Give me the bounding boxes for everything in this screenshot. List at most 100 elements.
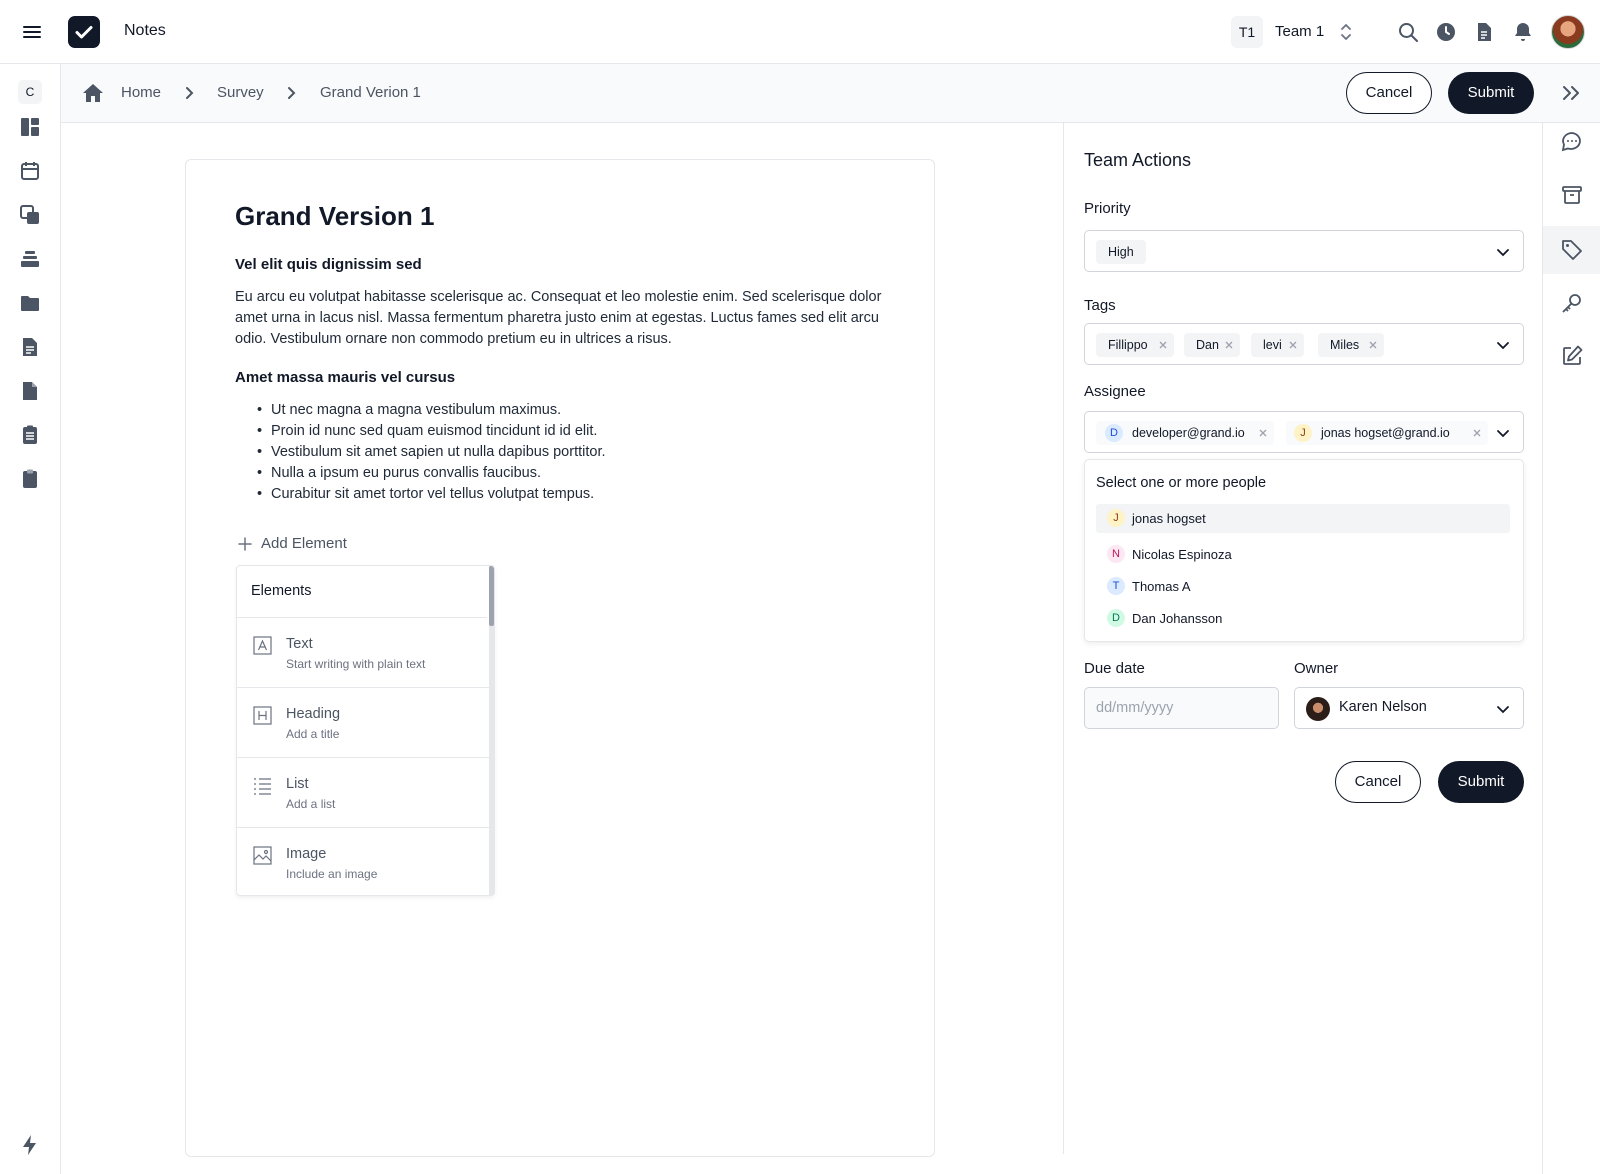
panel-submit-button[interactable]: Submit (1438, 761, 1524, 803)
element-option-title: List (286, 776, 309, 792)
copy-icon[interactable] (19, 204, 41, 226)
option-avatar: D (1107, 609, 1125, 627)
section-heading[interactable]: Vel elit quis dignissim sed (235, 256, 422, 273)
option-name: jonas hogset (1132, 511, 1206, 526)
workspace-badge[interactable]: C (18, 80, 42, 104)
list-item[interactable]: Ut nec magna a magna vestibulum maximus. (235, 400, 606, 421)
option-avatar: J (1107, 509, 1125, 527)
chevron-right-icon (181, 84, 197, 102)
bell-icon[interactable] (1511, 20, 1535, 44)
home-icon[interactable] (81, 81, 105, 105)
owner-select[interactable]: Karen Nelson (1294, 687, 1524, 729)
tag-chip-label: Miles (1330, 338, 1360, 352)
tag-chip[interactable]: Fillippo (1096, 333, 1174, 357)
due-date-input[interactable] (1084, 687, 1279, 729)
app-logo[interactable] (68, 16, 100, 48)
breadcrumb-home[interactable]: Home (121, 84, 161, 101)
chevron-down-icon[interactable] (1495, 244, 1511, 260)
dashboard-icon[interactable] (19, 116, 41, 138)
owner-name: Karen Nelson (1339, 699, 1427, 715)
file-icon[interactable] (19, 380, 41, 402)
list-item[interactable]: Vestibulum sit amet sapien ut nulla dapi… (235, 442, 606, 463)
assignee-option[interactable]: T Thomas A (1096, 572, 1510, 601)
panel-title: Team Actions (1084, 150, 1192, 170)
remove-assignee-icon[interactable] (1257, 427, 1269, 439)
chevron-down-icon[interactable] (1495, 701, 1511, 717)
option-name: Dan Johansson (1132, 611, 1223, 626)
remove-tag-icon[interactable] (1287, 339, 1299, 351)
team-switch-icon[interactable] (1338, 20, 1354, 44)
team-name[interactable]: Team 1 (1275, 23, 1324, 40)
stack-icon[interactable] (19, 248, 41, 270)
assignee-option[interactable]: D Dan Johansson (1096, 604, 1510, 633)
tags-select[interactable]: Fillippo Dan levi Miles (1084, 323, 1524, 365)
element-option-heading[interactable]: Heading Add a title (237, 688, 489, 758)
top-bar: Notes T1 Team 1 (0, 0, 1600, 64)
element-option-image[interactable]: Image Include an image (237, 828, 489, 895)
element-option-title: Text (286, 636, 313, 652)
left-sidebar: C (0, 64, 61, 1174)
clipboard-icon[interactable] (19, 468, 41, 490)
assignee-chip[interactable]: J jonas hogset@grand.io (1286, 421, 1488, 445)
edit-icon[interactable] (1560, 344, 1584, 368)
archive-icon[interactable] (1560, 183, 1584, 207)
breadcrumb-current[interactable]: Grand Verion 1 (320, 84, 421, 101)
due-date-label: Due date (1084, 660, 1145, 677)
key-icon[interactable] (1560, 291, 1584, 315)
remove-assignee-icon[interactable] (1471, 427, 1483, 439)
assignee-option[interactable]: J jonas hogset (1096, 504, 1510, 533)
elements-scrollbar[interactable] (489, 566, 494, 895)
tag-chip-label: Dan (1196, 338, 1219, 352)
remove-tag-icon[interactable] (1223, 339, 1235, 351)
assignee-chip[interactable]: D developer@grand.io (1096, 421, 1274, 445)
chevron-down-icon[interactable] (1495, 337, 1511, 353)
remove-tag-icon[interactable] (1157, 339, 1169, 351)
tag-chip[interactable]: Dan (1184, 333, 1240, 357)
clipboard-list-icon[interactable] (19, 424, 41, 446)
assignee-avatar: J (1294, 424, 1312, 442)
calendar-icon[interactable] (19, 160, 41, 182)
list-item[interactable]: Curabitur sit amet tortor vel tellus vol… (235, 484, 606, 505)
assignee-dropdown: Select one or more people J jonas hogset… (1084, 459, 1524, 642)
submit-button[interactable]: Submit (1448, 72, 1534, 114)
element-option-list[interactable]: List Add a list (237, 758, 489, 828)
plus-icon (237, 536, 253, 552)
list-item[interactable]: Proin id nunc sed quam euismod tincidunt… (235, 421, 606, 442)
cancel-button[interactable]: Cancel (1346, 72, 1432, 114)
folder-icon[interactable] (19, 292, 41, 314)
assignee-email: developer@grand.io (1132, 426, 1245, 440)
user-avatar[interactable] (1551, 15, 1585, 49)
element-option-title: Image (286, 846, 327, 862)
tag-chip[interactable]: Miles (1318, 333, 1384, 357)
chevron-right-icon (283, 84, 299, 102)
section-paragraph[interactable]: Eu arcu eu volutpat habitasse scelerisqu… (235, 287, 885, 350)
tag-chip[interactable]: levi (1251, 333, 1304, 357)
element-option-text[interactable]: Text Start writing with plain text (237, 618, 489, 688)
section-heading[interactable]: Amet massa mauris vel cursus (235, 369, 455, 386)
elements-panel: Elements Text Start writing with plain t… (236, 565, 495, 896)
search-icon[interactable] (1396, 20, 1420, 44)
list-icon (253, 776, 272, 795)
elements-panel-title: Elements (237, 566, 487, 618)
panel-cancel-button[interactable]: Cancel (1335, 761, 1421, 803)
chevron-down-icon[interactable] (1495, 425, 1511, 441)
breadcrumb-survey[interactable]: Survey (217, 84, 264, 101)
bolt-icon[interactable] (19, 1134, 41, 1156)
list-item[interactable]: Nulla a ipsum eu purus convallis faucibu… (235, 463, 606, 484)
double-chevron-right-icon[interactable] (1559, 81, 1583, 105)
hamburger-menu-icon[interactable] (20, 20, 44, 44)
team-badge[interactable]: T1 (1231, 16, 1263, 48)
document-lines-icon[interactable] (19, 336, 41, 358)
priority-select[interactable]: High (1084, 230, 1524, 272)
assignee-select[interactable]: D developer@grand.io J jonas hogset@gran… (1084, 411, 1524, 453)
tag-icon[interactable] (1560, 238, 1584, 262)
remove-tag-icon[interactable] (1367, 339, 1379, 351)
element-option-subtitle: Add a list (286, 797, 336, 811)
document-icon[interactable] (1472, 20, 1496, 44)
element-option-subtitle: Include an image (286, 867, 378, 881)
clock-icon[interactable] (1434, 20, 1458, 44)
assignee-option[interactable]: N Nicolas Espinoza (1096, 540, 1510, 569)
team-actions-panel: Team Actions Priority High Tags Fillippo… (1063, 123, 1542, 1154)
document-title[interactable]: Grand Version 1 (235, 201, 434, 232)
chat-icon[interactable] (1560, 130, 1584, 154)
